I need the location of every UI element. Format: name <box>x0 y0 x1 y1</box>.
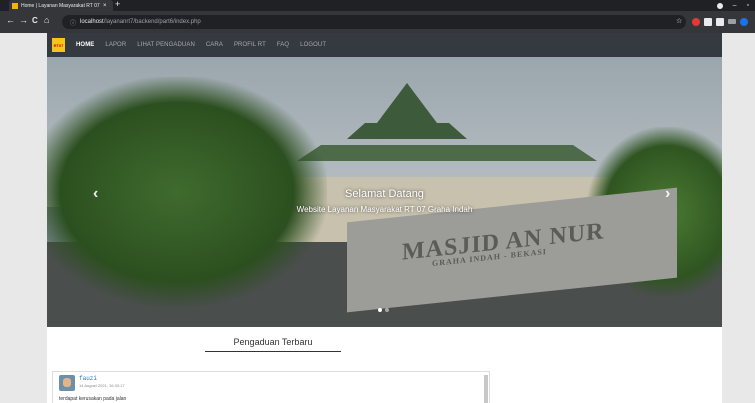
carousel-prev-icon[interactable]: ‹ <box>93 185 98 203</box>
avatar <box>59 375 75 391</box>
complaint-text: terdapat kerusakan pada jalan <box>59 396 127 402</box>
forward-button[interactable]: → <box>19 15 28 25</box>
list-scrollbar[interactable] <box>484 375 488 403</box>
url-path: /layananrt7/backend/part6/index.php <box>103 19 201 25</box>
carousel-indicator-1[interactable] <box>378 308 382 312</box>
profile-avatar-icon[interactable] <box>740 18 748 26</box>
tab-close-icon[interactable]: × <box>103 3 107 9</box>
bookmark-star-icon[interactable]: ☆ <box>676 17 682 25</box>
carousel-next-icon[interactable]: › <box>665 185 670 203</box>
nav-cara[interactable]: CARA <box>206 42 223 48</box>
mosque-roof-lower <box>297 145 597 161</box>
complaint-date: 14 August 2021, 16:33:17 <box>79 383 125 388</box>
profile-icon[interactable] <box>716 2 723 9</box>
hero-carousel: MASJID AN NUR GRAHA INDAH - BEKASI Selam… <box>47 57 722 327</box>
carousel-subtitle: Website Layanan Masyarakat RT 07 Graha I… <box>296 205 473 214</box>
address-bar[interactable]: ⓘ localhost /layananrt7/backend/part6/in… <box>62 15 686 29</box>
section-title: Pengaduan Terbaru <box>233 337 313 347</box>
extensions-puzzle-icon[interactable] <box>716 18 724 26</box>
reading-list-icon[interactable] <box>728 19 736 24</box>
site-info-icon[interactable]: ⓘ <box>70 18 76 27</box>
complaint-author[interactable]: fauzi <box>79 375 97 382</box>
extension-icon-2[interactable] <box>704 18 712 26</box>
site-logo[interactable]: RT07 <box>52 38 65 52</box>
carousel-indicator-2[interactable] <box>385 308 389 312</box>
window-controls: – ▫ <box>716 0 749 11</box>
main-content: Pengaduan Terbaru fauzi 14 August 2021, … <box>47 327 722 403</box>
avatar-face-icon <box>63 378 71 387</box>
browser-toolbar: ← → C ⌂ ⓘ localhost /layananrt7/backend/… <box>0 11 755 33</box>
browser-tab[interactable]: Home | Layanan Masyarakat RT 07 × <box>9 0 113 11</box>
nav-faq[interactable]: FAQ <box>277 42 289 48</box>
mosque-roof-top <box>377 83 437 123</box>
carousel-caption: Selamat Datang Website Layanan Masyaraka… <box>47 188 722 214</box>
nav-home[interactable]: HOME <box>76 42 94 48</box>
nav-profil-rt[interactable]: PROFIL RT <box>234 42 266 48</box>
home-button[interactable]: ⌂ <box>44 15 49 25</box>
complaint-list: fauzi 14 August 2021, 16:33:17 terdapat … <box>52 371 490 403</box>
reload-button[interactable]: C <box>32 16 38 25</box>
nav-lihat-pengaduan[interactable]: LIHAT PENGADUAN <box>137 42 195 48</box>
carousel-title: Selamat Datang <box>345 188 424 200</box>
nav-lapor[interactable]: LAPOR <box>105 42 126 48</box>
section-title-underline <box>205 351 341 352</box>
site-navbar: RT07 HOME LAPOR LIHAT PENGADUAN CARA PRO… <box>47 33 722 57</box>
back-button[interactable]: ← <box>6 15 15 25</box>
mosque-roof-middle <box>347 123 467 139</box>
nav-logout[interactable]: LOGOUT <box>300 42 326 48</box>
tab-title: Home | Layanan Masyarakat RT 07 <box>21 2 100 9</box>
carousel-indicators <box>378 308 389 312</box>
extension-icon-1[interactable] <box>692 18 700 26</box>
browser-tab-bar: Home | Layanan Masyarakat RT 07 × + – ▫ <box>0 0 755 11</box>
url-host: localhost <box>80 19 104 25</box>
new-tab-button[interactable]: + <box>115 0 120 9</box>
favicon-icon <box>12 2 18 9</box>
maximize-button[interactable]: ▫ <box>747 2 749 9</box>
minimize-button[interactable]: – <box>733 2 737 9</box>
